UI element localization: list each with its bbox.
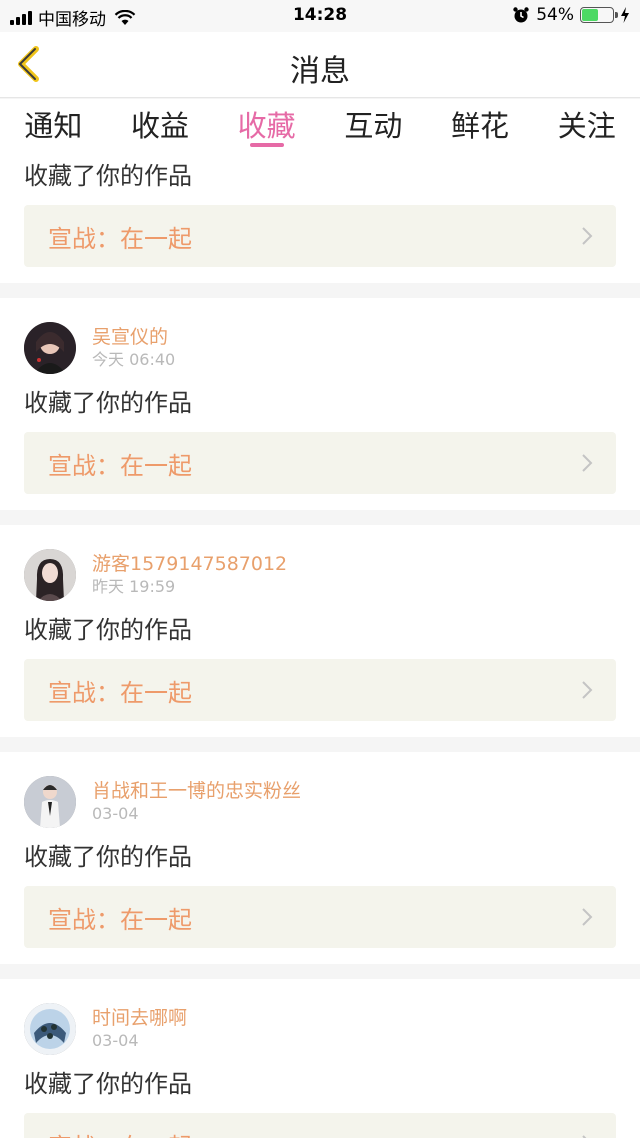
chevron-right-icon xyxy=(582,454,593,472)
action-text: 收藏了你的作品 xyxy=(24,389,192,417)
chevron-right-icon xyxy=(582,227,593,245)
tab-earnings[interactable]: 收益 xyxy=(107,99,214,151)
tab-bar: 通知 收益 收藏 互动 鲜花 关注 xyxy=(0,99,640,151)
user-row: 游客1579147587012 昨天 19:59 xyxy=(24,547,616,603)
page-title: 消息 xyxy=(290,54,350,89)
timestamp: 今天 06:40 xyxy=(92,350,176,369)
tab-favorites[interactable]: 收藏 xyxy=(213,99,320,151)
user-name[interactable]: 游客1579147587012 xyxy=(92,552,287,576)
action-text: 收藏了你的作品 xyxy=(24,843,192,871)
status-right: 54% xyxy=(512,5,630,25)
user-info: 肖战和王一博的忠实粉丝 03-04 xyxy=(92,779,301,825)
chevron-right-icon xyxy=(582,1135,587,1138)
list-item: 吴宣仪的 今天 06:40 收藏了你的作品 宣战：在一起 xyxy=(0,298,640,510)
work-title: 宣战：在一起 xyxy=(48,451,192,480)
alarm-icon xyxy=(513,7,529,23)
tab-flowers[interactable]: 鲜花 xyxy=(427,99,534,151)
user-info: 吴宣仪的 今天 06:40 xyxy=(92,325,175,371)
tab-following[interactable]: 关注 xyxy=(533,99,640,151)
avatar[interactable] xyxy=(24,549,76,601)
battery-icon xyxy=(580,7,618,23)
message-list[interactable]: 收藏了你的作品 宣战：在一起 吴宣仪的 今天 06:40 收藏了你的作品 宣战：… xyxy=(0,151,640,1138)
user-row: 肖战和王一博的忠实粉丝 03-04 xyxy=(24,774,616,830)
user-info: 时间去哪啊 03-04 xyxy=(92,1006,187,1052)
work-title: 宣战：在一起 xyxy=(48,678,192,707)
timestamp: 03-04 xyxy=(92,1031,139,1050)
work-link[interactable]: 宣战：在一起 xyxy=(24,432,616,494)
chevron-right-icon xyxy=(582,681,593,699)
battery-percent: 54% xyxy=(536,5,574,25)
user-name[interactable]: 时间去哪啊 xyxy=(92,1006,187,1030)
user-row: 时间去哪啊 03-04 xyxy=(24,1001,616,1057)
work-link[interactable]: 宣战：在一起 xyxy=(24,205,616,267)
status-bar: 中国移动 14:28 54% xyxy=(0,0,640,32)
avatar[interactable] xyxy=(24,322,76,374)
battery-fill xyxy=(582,9,599,21)
chevron-right-icon xyxy=(582,908,593,926)
action-text: 收藏了你的作品 xyxy=(24,1070,192,1098)
user-name[interactable]: 吴宣仪的 xyxy=(92,325,175,349)
action-text: 收藏了你的作品 xyxy=(24,616,192,644)
avatar[interactable] xyxy=(24,1003,76,1055)
user-info: 游客1579147587012 昨天 19:59 xyxy=(92,552,287,598)
work-title: 宣战：在一起 xyxy=(48,1127,192,1138)
list-item: 游客1579147587012 昨天 19:59 收藏了你的作品 宣战：在一起 xyxy=(0,525,640,737)
list-item: 肖战和王一博的忠实粉丝 03-04 收藏了你的作品 宣战：在一起 xyxy=(0,752,640,964)
list-item: 时间去哪啊 03-04 收藏了你的作品 宣战：在一起 xyxy=(0,979,640,1138)
user-name[interactable]: 肖战和王一博的忠实粉丝 xyxy=(92,779,301,803)
timestamp: 昨天 19:59 xyxy=(92,577,176,596)
avatar[interactable] xyxy=(24,776,76,828)
tab-interaction[interactable]: 互动 xyxy=(320,99,427,151)
work-link[interactable]: 宣战：在一起 xyxy=(24,1113,616,1138)
work-title: 宣战：在一起 xyxy=(48,905,192,934)
work-link[interactable]: 宣战：在一起 xyxy=(24,886,616,948)
user-row: 吴宣仪的 今天 06:40 xyxy=(24,320,616,376)
tab-notice[interactable]: 通知 xyxy=(0,99,107,151)
work-link[interactable]: 宣战：在一起 xyxy=(24,659,616,721)
list-item: 收藏了你的作品 宣战：在一起 xyxy=(0,151,640,283)
nav-bar: 消息 xyxy=(0,32,640,98)
timestamp: 03-04 xyxy=(92,804,139,823)
charging-bolt-icon xyxy=(621,7,629,23)
work-title: 宣战：在一起 xyxy=(48,224,192,253)
action-text: 收藏了你的作品 xyxy=(24,162,192,190)
